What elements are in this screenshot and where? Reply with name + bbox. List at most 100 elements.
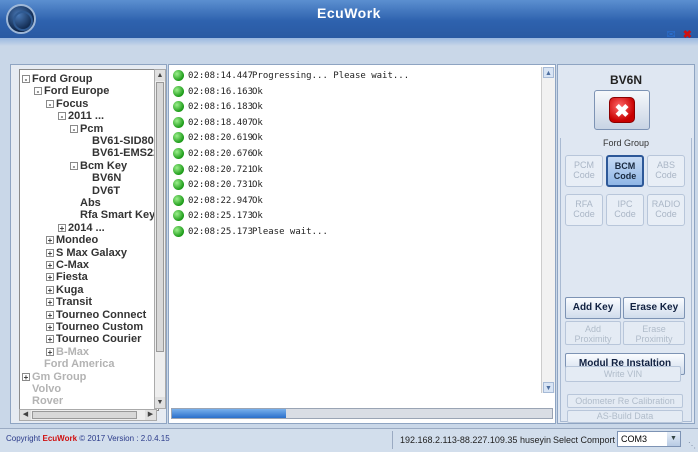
code-button[interactable]: PCM Code [565,155,603,187]
scroll-up-arrow-icon[interactable]: ▲ [543,67,554,78]
scroll-thumb[interactable] [32,411,137,419]
tree-item-label: Bcm Key [80,159,128,172]
status-ok-icon [173,194,184,206]
collapse-icon[interactable]: - [70,161,78,170]
tree-horizontal-scrollbar[interactable]: ◀ ▶ [19,409,157,421]
log-message: Ok [252,117,263,128]
tree-item[interactable]: + Kuga [46,284,84,296]
erase-key-button[interactable]: Erase Key [623,297,685,319]
tree-item-label: Mondeo [56,234,99,247]
log-vertical-scrollbar[interactable]: ▲ ▼ [541,67,555,393]
log-entry: 02:08:18.407Ok [173,116,263,130]
tree-item[interactable]: Volvo [22,383,61,395]
tree-item[interactable]: - Ford Europe [34,85,109,97]
odometer-button[interactable]: Odometer Re Calibration [567,394,683,408]
collapse-icon[interactable]: - [22,75,30,84]
connection-info: 192.168.2.113-88.227.109.35 huseyin [400,435,551,445]
status-ok-icon [173,226,184,237]
tree-item-label: BV6N [92,172,122,185]
expand-icon[interactable]: + [46,261,54,270]
tree-item[interactable]: BV61-SID80 [82,135,154,147]
expand-icon[interactable]: + [46,323,54,332]
collapse-icon[interactable]: - [46,99,54,108]
stop-button[interactable]: ✖ [594,90,650,130]
log-message: Ok [252,149,263,159]
tree-item[interactable]: - Focus [46,98,88,110]
tree-item[interactable]: + C-Max [46,259,89,271]
scroll-up-arrow-icon[interactable]: ▲ [155,70,165,81]
chevron-down-icon[interactable]: ▼ [667,432,680,446]
close-icon[interactable]: ✖ [683,28,692,41]
comport-select[interactable]: COM3 ▼ [617,431,681,447]
tree-item[interactable]: BV6N [82,172,121,184]
tree-item[interactable]: -2011 ... [58,110,104,122]
expand-icon[interactable]: + [58,223,66,232]
code-button-line1: PCM [574,160,594,170]
vehicle-tree[interactable]: - Ford Group - Ford Europe - Focus -2011 ... - P… [19,69,159,411]
collapse-icon[interactable]: - [58,112,66,121]
add-proximity-button[interactable]: Add Proximity [565,321,621,345]
tree-item[interactable]: + Transit [46,296,92,308]
tree-item[interactable]: + Gm Group [22,371,86,383]
code-button[interactable]: IPC Code [606,194,644,226]
erase-proximity-button[interactable]: Erase Proximity [623,321,685,345]
code-button[interactable]: ABS Code [647,155,685,187]
tree-vertical-scrollbar[interactable]: ▲ ▼ [154,69,166,409]
tree-item[interactable]: + Tourneo Courier [46,333,141,345]
tree-item[interactable]: Abs [70,197,101,209]
code-button[interactable]: RFA Code [565,194,603,226]
chat-icon[interactable]: ✉ [667,28,676,41]
code-button-line1: ABS [656,160,675,170]
log-entry: 02:08:25.173Ok [173,209,263,223]
scroll-down-arrow-icon[interactable]: ▼ [543,382,554,393]
scroll-left-arrow-icon[interactable]: ◀ [20,410,31,420]
expand-icon[interactable]: + [46,236,54,245]
expand-icon[interactable]: + [46,298,54,307]
collapse-icon[interactable]: - [70,124,78,133]
log-time: 02:08:25.173 [188,227,254,237]
expand-icon[interactable]: + [46,273,54,282]
tree-item[interactable]: BV61-EMS22 [82,147,159,160]
comport-label: Select Comport : [553,435,621,445]
status-ok-icon [173,148,184,159]
tree-item[interactable]: + Fiesta [46,271,88,283]
code-button[interactable]: RADIO Code [647,194,685,226]
tree-item[interactable]: + S Max Galaxy [46,247,127,259]
tree-item[interactable]: - Pcm [70,123,103,135]
expand-icon[interactable]: + [46,335,54,344]
tree-item[interactable]: Ford America [34,358,115,370]
log-time: 02:08:14.447 [188,71,254,81]
expand-icon[interactable]: + [46,285,54,294]
status-ok-icon [173,101,184,113]
tree-item[interactable]: Rover [22,395,63,407]
tree-item[interactable]: + Tourneo Custom [46,321,143,333]
scroll-down-arrow-icon[interactable]: ▼ [155,397,165,408]
tree-item[interactable]: - Bcm Key [70,160,127,172]
tree-item[interactable]: DV6T [82,185,120,197]
tree-item[interactable]: + Tourneo Connect [46,309,146,321]
tree-item[interactable]: + B-Max [46,346,89,358]
as-build-button[interactable]: AS-Build Data [567,410,683,423]
expand-icon[interactable]: + [46,248,54,257]
tree-item-label: BV61-EMS22 [92,147,159,160]
code-button-line2: Code [614,209,636,219]
tree-item[interactable]: - Ford Group [22,73,93,85]
add-key-button[interactable]: Add Key [565,297,621,319]
expand-icon[interactable]: + [22,372,30,381]
tree-item[interactable]: Rfa Smart Key [70,209,155,221]
log-message: Ok [252,180,263,191]
scroll-right-arrow-icon[interactable]: ▶ [145,410,156,420]
scroll-thumb[interactable] [156,82,164,352]
tree-item[interactable]: +2014 ... [58,222,105,234]
tree-item[interactable]: + Mondeo [46,234,98,246]
tree-item-label: Ford Group [32,73,93,85]
expand-icon[interactable]: + [46,310,54,319]
resize-grip-icon[interactable]: ⋱ [688,441,696,450]
code-button[interactable]: BCM Code [606,155,644,187]
collapse-icon[interactable]: - [34,87,42,96]
log-message: Ok [252,164,263,175]
log-message: Progressing... Please wait... [252,71,410,81]
log-entry: 02:08:20.731Ok [173,178,263,192]
expand-icon[interactable]: + [46,347,54,356]
write-vin-button[interactable]: Write VIN [565,366,681,382]
